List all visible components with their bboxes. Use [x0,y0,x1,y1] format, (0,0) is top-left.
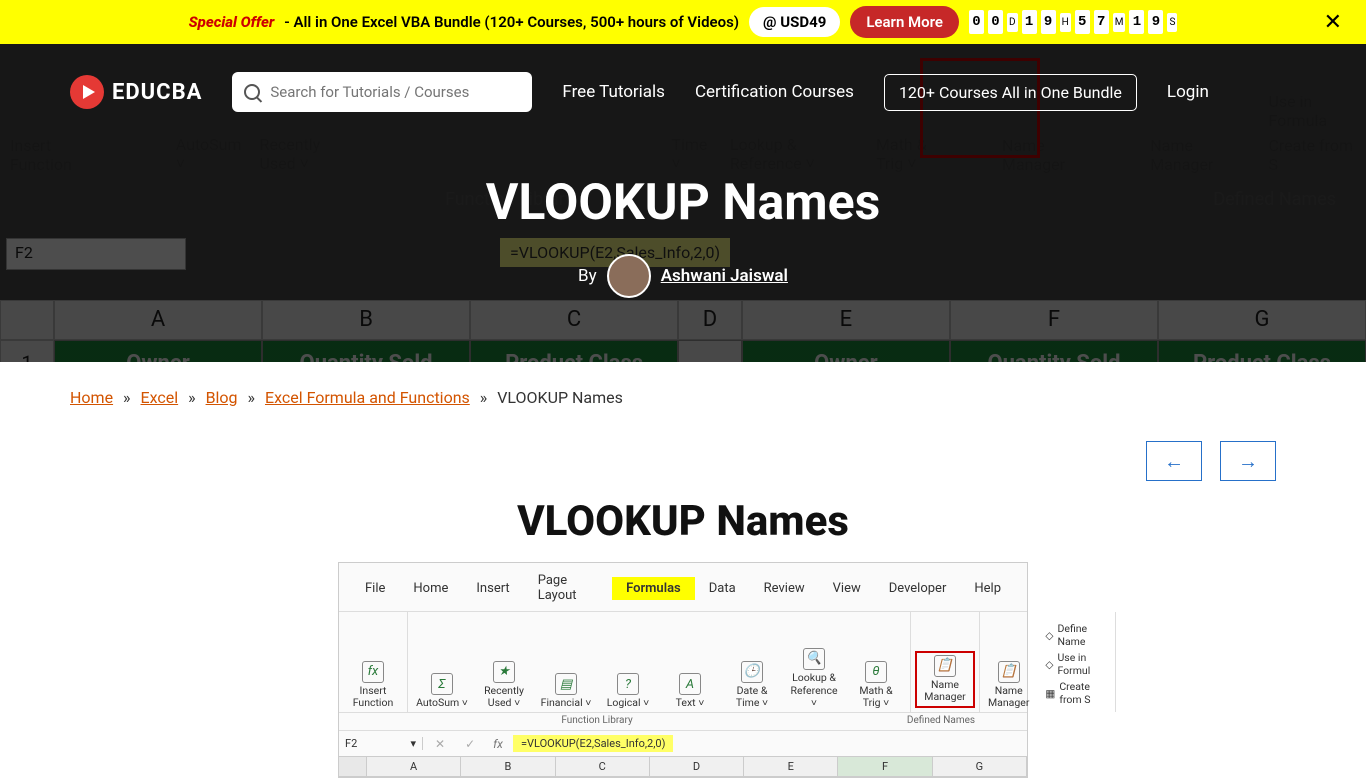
xl-col: B [461,757,555,776]
crumb-sep: » [248,388,256,407]
xl-namebox: F2▾ [339,737,423,750]
cd-digit: 5 [1075,10,1090,34]
xl-col: D [650,757,744,776]
xl-fx-icon: fx [483,737,513,751]
xl-name-manager: 📋Name Manager [919,655,971,704]
xl-create-from: Create from S [1059,680,1101,706]
article-heading: VLOOKUP Names [303,497,1063,546]
logo-icon [70,75,104,109]
pager: ← → [0,417,1366,491]
xl-col: E [744,757,838,776]
avatar [607,254,651,298]
xl-tab-layout: Page Layout [524,569,612,607]
xl-math: θMath & Trig ˅ [850,661,902,710]
cd-digit: 1 [1022,10,1037,34]
prev-button[interactable]: ← [1146,441,1202,481]
xl-recent: ★Recently Used ˅ [478,661,530,710]
xl-col: A [367,757,461,776]
learn-more-button[interactable]: Learn More [850,6,959,38]
xl-group-labels: Function Library Defined Names [339,713,1027,731]
xl-corner [339,757,367,776]
search-input[interactable] [270,83,520,101]
promo-desc: - All in One Excel VBA Bundle (120+ Cour… [284,13,739,31]
xl-name-manager-2: 📋Name Manager [988,661,1029,710]
nav-bundle-button[interactable]: 120+ Courses All in One Bundle [884,74,1137,111]
xl-tab-insert: Insert [462,577,523,600]
nav-certification[interactable]: Certification Courses [695,82,854,102]
crumb-excel[interactable]: Excel [141,388,179,407]
xl-ribbon: fxInsert Function ΣAutoSum ˅ ★Recently U… [339,611,1027,713]
nav-free-tutorials[interactable]: Free Tutorials [562,82,665,102]
xl-column-headers: A B C D E F G [339,757,1027,777]
page-title: VLOOKUP Names [0,174,1366,232]
excel-screenshot: File Home Insert Page Layout Formulas Da… [338,562,1028,778]
cd-digit: 0 [988,10,1003,34]
xl-logical: ?Logical ˅ [602,673,654,710]
xl-use-in-formula: Use in Formul [1057,651,1100,677]
cd-unit-m: M [1113,13,1126,32]
article: VLOOKUP Names File Home Insert Page Layo… [303,491,1063,778]
xl-tabs: File Home Insert Page Layout Formulas Da… [339,563,1027,611]
xl-tab-dev: Developer [875,577,961,600]
xl-define-name: Define Name [1057,622,1100,648]
by-label: By [578,266,597,286]
next-button[interactable]: → [1220,441,1276,481]
byline: By Ashwani Jaiswal [0,254,1366,298]
top-nav: EDUCBA Free Tutorials Certification Cour… [0,72,1366,112]
xl-side-defined: ◇Define Name ◇Use in Formul ▦Create from… [1039,618,1106,710]
logo[interactable]: EDUCBA [70,75,202,109]
crumb-current: VLOOKUP Names [497,388,623,407]
xl-formula-text: =VLOOKUP(E2,Sales_Info,2,0) [513,735,673,752]
xl-col-selected: F [838,757,932,776]
cd-unit-d: D [1007,13,1018,32]
xl-tab-data: Data [695,577,750,600]
author-link[interactable]: Ashwani Jaiswal [661,266,788,286]
cd-digit: 9 [1148,10,1163,34]
crumb-sep: » [123,388,131,407]
brand-text: EDUCBA [112,80,202,105]
crumb-formula[interactable]: Excel Formula and Functions [265,388,470,407]
promo-special: Special Offer [189,13,275,31]
xl-group-dn: Defined Names [855,715,1027,726]
xl-col: C [556,757,650,776]
nav-login[interactable]: Login [1167,82,1209,102]
xl-tab-review: Review [750,577,819,600]
countdown: 0 0 D 1 9 H 5 7 M 1 9 S [969,10,1177,34]
promo-price: @ USD49 [749,7,840,37]
cd-digit: 0 [969,10,984,34]
promo-bar: Special Offer - All in One Excel VBA Bun… [0,0,1366,44]
search-box[interactable] [232,72,532,112]
xl-date: 🕒Date & Time ˅ [726,661,778,710]
breadcrumb: Home » Excel » Blog » Excel Formula and … [0,362,1366,417]
xl-group-flib: Function Library [339,715,855,726]
crumb-home[interactable]: Home [70,388,113,407]
crumb-sep: » [480,388,488,407]
close-icon[interactable]: ✕ [1324,10,1342,35]
xl-insert-fn: fxInsert Function [347,661,399,710]
xl-tab-file: File [351,577,399,600]
xl-tab-home: Home [399,577,462,600]
xl-tab-view: View [819,577,875,600]
xl-tab-formulas: Formulas [612,577,695,600]
xl-name-manager-highlight: 📋Name Manager [915,651,975,708]
xl-text: AText ˅ [664,673,716,710]
cd-unit-s: S [1167,13,1177,32]
cd-digit: 9 [1041,10,1056,34]
hero: Insert Function AutoSum ˅ Recently Used … [0,44,1366,362]
cd-digit: 1 [1129,10,1144,34]
search-icon [244,84,260,100]
xl-tab-help: Help [960,577,1015,600]
xl-financial: ▤Financial ˅ [540,673,592,710]
xl-col: G [933,757,1027,776]
xl-formula-bar: F2▾ ✕ ✓ fx =VLOOKUP(E2,Sales_Info,2,0) [339,731,1027,757]
xl-autosum: ΣAutoSum ˅ [416,673,468,710]
cd-unit-h: H [1060,13,1071,32]
xl-lookup: 🔍Lookup & Reference ˅ [788,648,840,710]
crumb-sep: » [188,388,196,407]
cd-digit: 7 [1094,10,1109,34]
crumb-blog[interactable]: Blog [206,388,238,407]
